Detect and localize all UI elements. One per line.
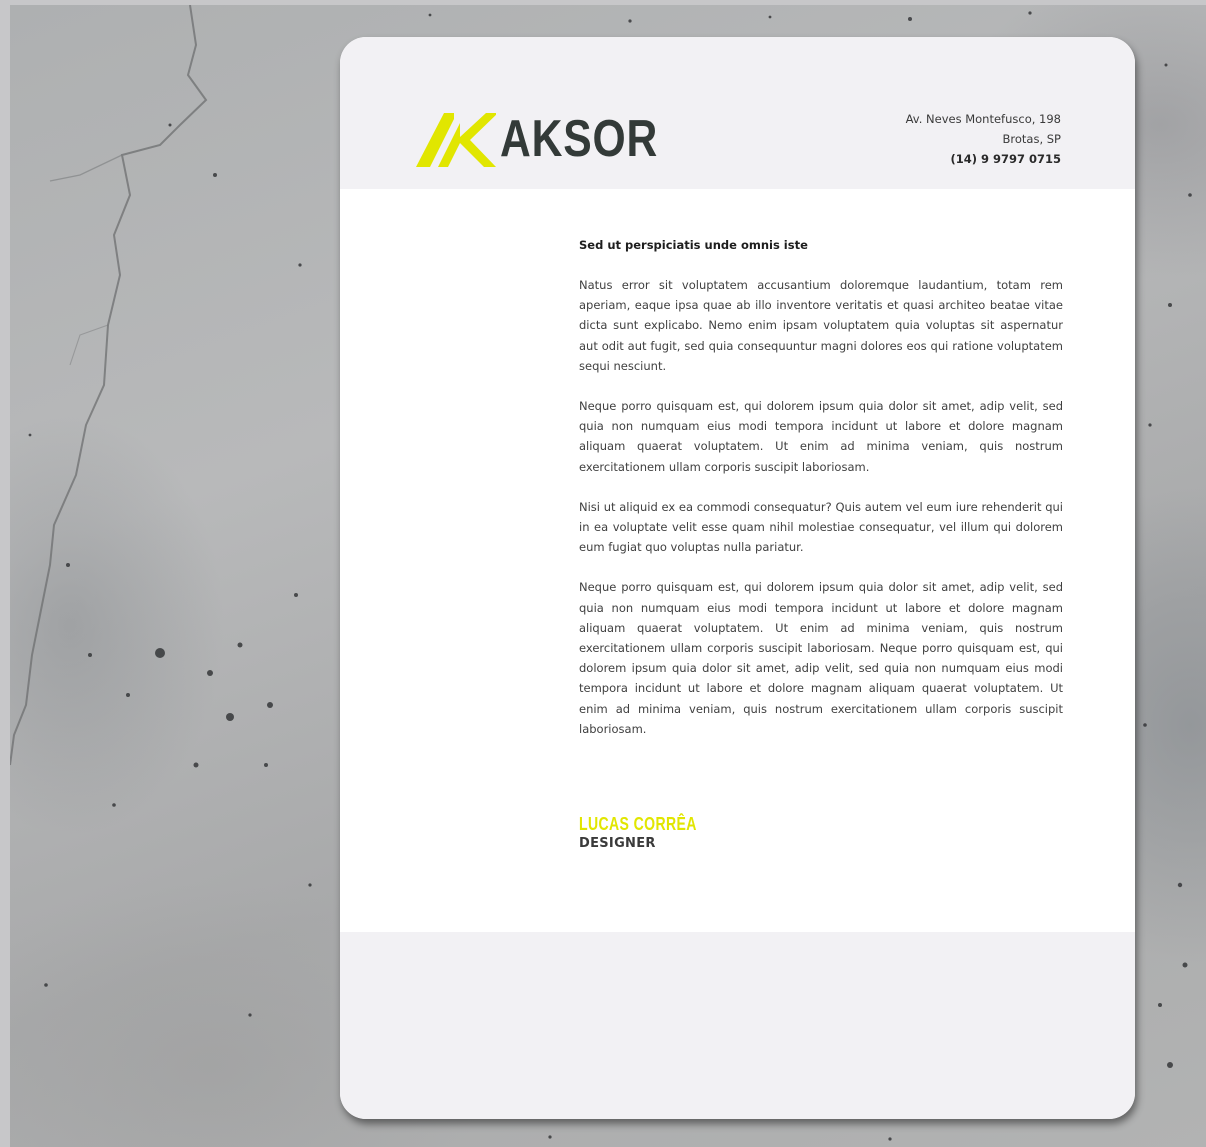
letter-paragraph: Natus error sit voluptatem accusantium d… — [579, 278, 1063, 373]
address-phone: (14) 9 9797 0715 — [950, 152, 1061, 166]
address-city: Brotas, SP — [1002, 132, 1062, 146]
letter-paragraph: Neque porro quisquam est, qui dolorem ip… — [579, 399, 1063, 474]
address-street: Av. Neves Montefusco, 198 — [905, 112, 1061, 126]
letter-paragraph: Nisi ut aliquid ex ea commodi consequatu… — [579, 499, 1063, 555]
letter-body: Sed ut perspiciatis unde omnis iste Natu… — [579, 235, 1063, 759]
signature-block: LUCAS CORRÊA DESIGNER — [579, 813, 730, 851]
signature-title: DESIGNER — [579, 836, 656, 851]
signature-name: LUCAS CORRÊA — [579, 814, 697, 834]
ak-monogram-icon — [416, 113, 496, 167]
letter-heading: Sed ut perspiciatis unde omnis iste — [579, 238, 808, 252]
header-band: AKSOR Av. Neves Montefusco, 198 Brotas, … — [340, 37, 1135, 189]
company-wordmark: AKSOR — [500, 110, 659, 168]
company-logo: AKSOR — [416, 109, 657, 169]
company-address: Av. Neves Montefusco, 198 Brotas, SP (14… — [906, 109, 1061, 169]
letterhead-page: AKSOR Av. Neves Montefusco, 198 Brotas, … — [340, 37, 1135, 1119]
footer-band — [340, 932, 1135, 1119]
letter-paragraph: Neque porro quisquam est, qui dolorem ip… — [579, 580, 1063, 736]
